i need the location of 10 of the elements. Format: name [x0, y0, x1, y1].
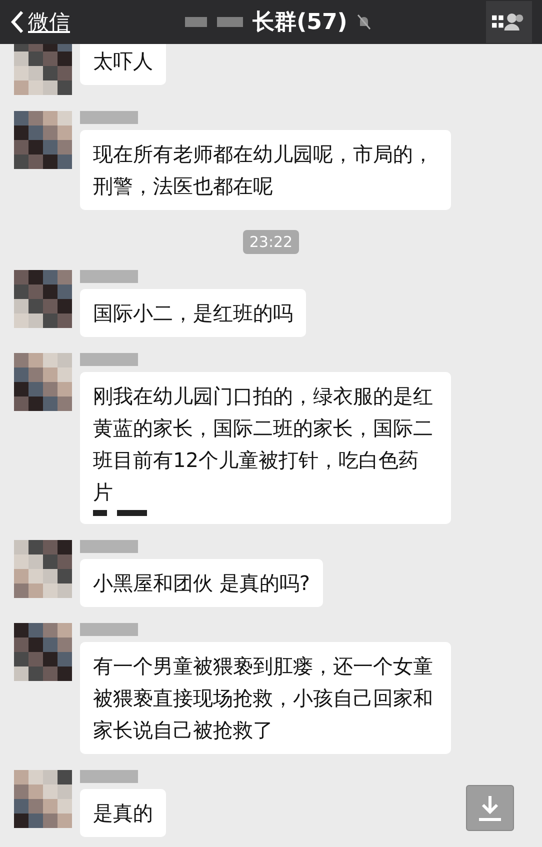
message-text: 太吓人: [93, 49, 153, 73]
message-text: 刚我在幼儿园门口拍的，绿衣服的是红黄蓝的家长，国际二班的家长，国际二班目前有12个儿童被打针，吃白色药片: [93, 384, 433, 504]
message-text: 现在所有老师都在幼儿园呢，市局的，刑警，法医也都在呢: [93, 142, 433, 198]
message-text: 国际小二，是红班的吗: [93, 301, 293, 325]
message-text: 小黑屋和团伙 是真的吗?: [93, 571, 310, 595]
message-text: 是真的: [93, 801, 153, 825]
timestamp: 23:22: [243, 230, 299, 254]
chat-title: 长群(57): [252, 9, 348, 37]
message-text: 有一个男童被猥亵到肛瘘，还一个女童被猥亵直接现场抢救，小孩自己回家和家长说自己被抢救了: [93, 654, 433, 742]
back-link[interactable]: 微信: [10, 8, 70, 36]
